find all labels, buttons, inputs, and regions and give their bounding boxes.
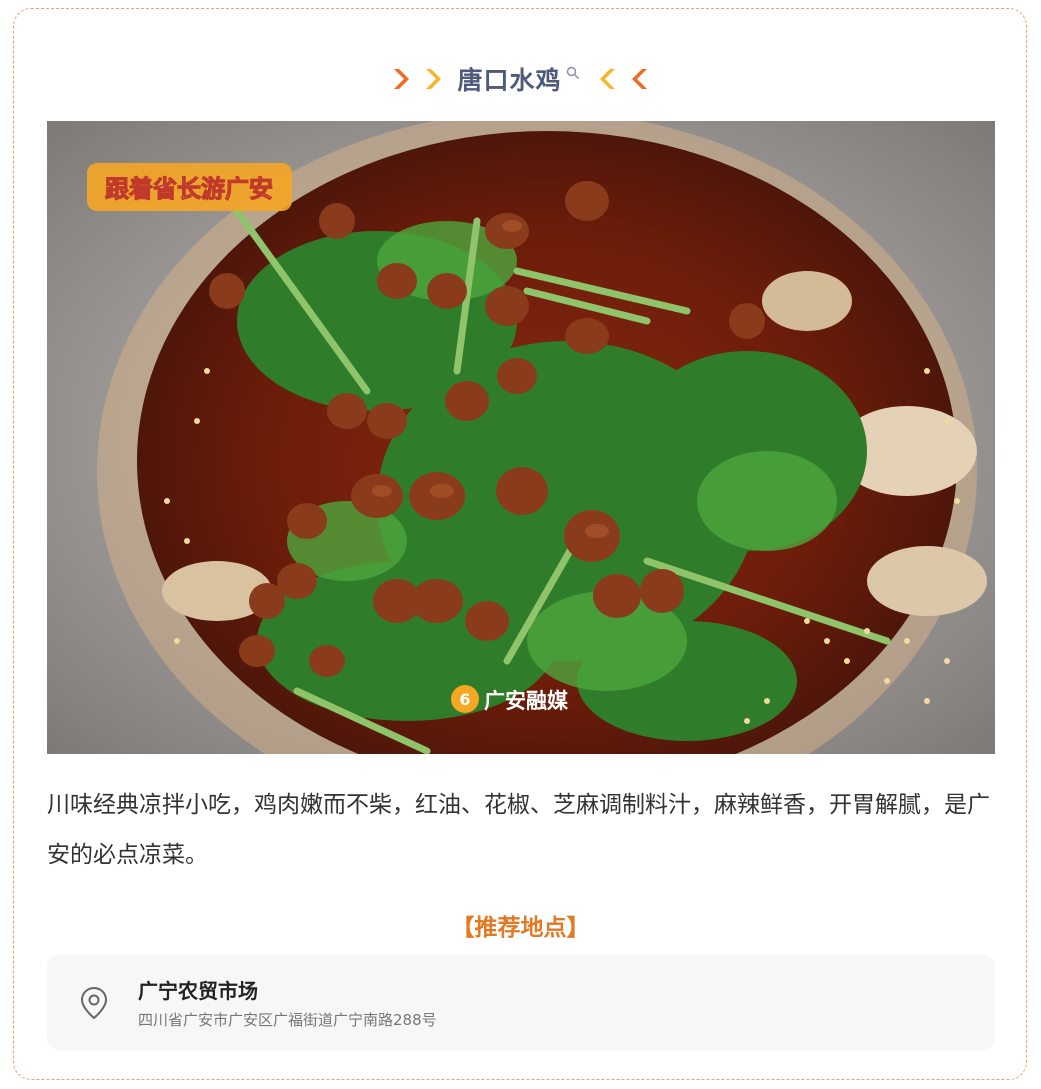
chevron-right-icon <box>421 66 447 92</box>
recommend-heading: 【推荐地点】 <box>451 915 590 941</box>
show-logo: 跟着省长游广安 <box>87 163 292 211</box>
chevron-left-icon <box>594 66 620 92</box>
svg-text:广安融媒: 广安融媒 <box>484 689 569 713</box>
title-row: 唐口水鸡 <box>0 58 1041 100</box>
search-icon[interactable] <box>566 65 580 80</box>
chevron-right-icon <box>389 66 415 92</box>
location-pin-icon <box>80 986 108 1020</box>
svg-text:6: 6 <box>459 690 470 709</box>
media-watermark: 6 广安融媒 <box>451 685 569 713</box>
chevron-left-icon <box>626 66 652 92</box>
dish-title: 唐口水鸡 <box>457 66 562 95</box>
location-card[interactable]: 广宁农贸市场 四川省广安市广安区广福街道广宁南路288号 <box>47 955 995 1050</box>
svg-text:跟着省长游广安: 跟着省长游广安 <box>105 175 273 203</box>
dish-description: 川味经典凉拌小吃，鸡肉嫩而不柴，红油、花椒、芝麻调制料汁，麻辣鲜香，开胃解腻，是… <box>47 792 990 868</box>
place-name: 广宁农贸市场 <box>138 979 258 1003</box>
dish-photo: 跟着省长游广安 6 广安融媒 <box>47 121 995 754</box>
place-address: 四川省广安市广安区广福街道广宁南路288号 <box>138 1011 437 1029</box>
